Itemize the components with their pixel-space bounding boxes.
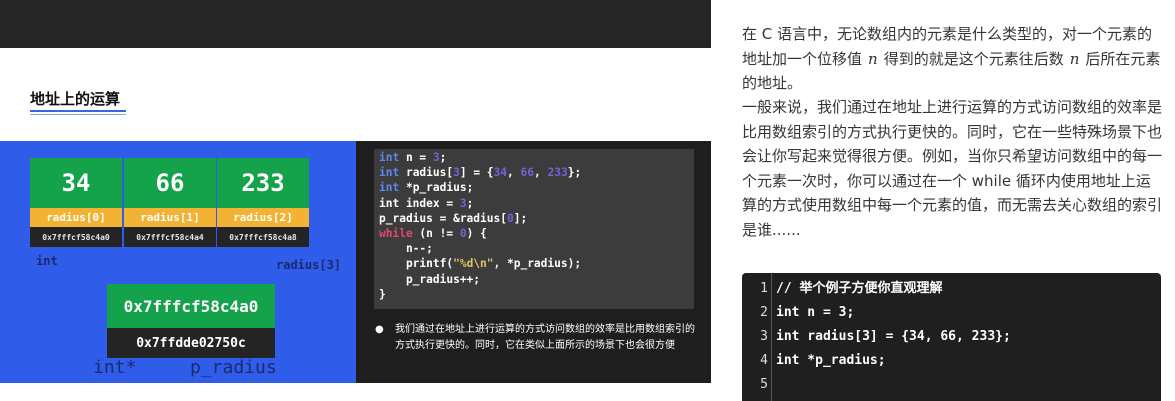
array-cell-address-1: 0x7fffcf58c4a4: [124, 227, 216, 247]
array-cell-address-0: 0x7fffcf58c4a0: [30, 227, 122, 247]
array-cell-label-0: radius[0]: [30, 208, 122, 227]
article-paragraph-1: 在 C 语言中，无论数组内的元素是什么类型的，对一个元素的地址加一个位移值 n 得到…: [742, 25, 1161, 92]
slide-bullet: ● 我们通过在地址上进行运算的方式访问数组的效率是比用数组索引的方式执行更快的。…: [375, 322, 700, 354]
slide-image: 地址上的运算 34 66 233 radius[0] radius[1] rad…: [0, 0, 711, 401]
code-line: while (n != 0) {: [379, 226, 487, 240]
title-underline: [30, 110, 126, 112]
bullet-icon: ●: [375, 324, 384, 335]
code-line: p_radius++;: [379, 272, 481, 286]
pointer-address: 0x7ffdde02750c: [107, 328, 275, 358]
array-cell-label-1: radius[1]: [124, 208, 216, 227]
title-underline-secondary: [30, 114, 126, 115]
code-line: int n = 3;: [379, 151, 447, 164]
article-paragraph-2: 一般来说，我们通过在地址上进行运算的方式访问数组的效率是比用数组索引的方式执行更…: [742, 98, 1163, 239]
slide-top-bar: [0, 0, 711, 48]
array-cell-label-2: radius[2]: [217, 208, 309, 227]
array-cell-address-2: 0x7fffcf58c4a8: [217, 227, 309, 247]
math-var-n: n: [868, 49, 878, 68]
code-line: int radius[3] = {34, 66, 233};: [379, 166, 582, 180]
pointer-name-label: p_radius: [190, 357, 277, 378]
slide-code-box: int n = 3; int radius[3] = {34, 66, 233}…: [374, 149, 694, 309]
code-line: }: [379, 287, 386, 301]
code-line: printf("%d\n", *p_radius);: [379, 257, 582, 271]
slide-bullet-text: 我们通过在地址上进行运算的方式访问数组的效率是比用数组索引的方式执行更快的。同时…: [395, 324, 695, 351]
slide-title: 地址上的运算: [30, 90, 121, 108]
code-line: p_radius = &radius[0];: [379, 211, 528, 225]
code-line: int *p_radius;: [379, 181, 474, 195]
array-end-label: radius[3]: [276, 258, 342, 272]
math-var-n: n: [1069, 49, 1080, 68]
array-cell-value-2: 233: [217, 158, 309, 208]
array-cell-value-1: 66: [124, 158, 216, 208]
array-cell-value-0: 34: [30, 158, 122, 208]
code-line: int index = 3;: [379, 196, 474, 210]
element-type-label: int: [36, 254, 58, 268]
pointer-value: 0x7fffcf58c4a0: [107, 284, 275, 328]
code-line: n--;: [379, 242, 433, 256]
pointer-type-label: int*: [93, 357, 137, 378]
article-code-block[interactable]: 1// 举个例子方便你直观理解 2 int n = 3; 3 int radius[…: [742, 273, 1161, 401]
